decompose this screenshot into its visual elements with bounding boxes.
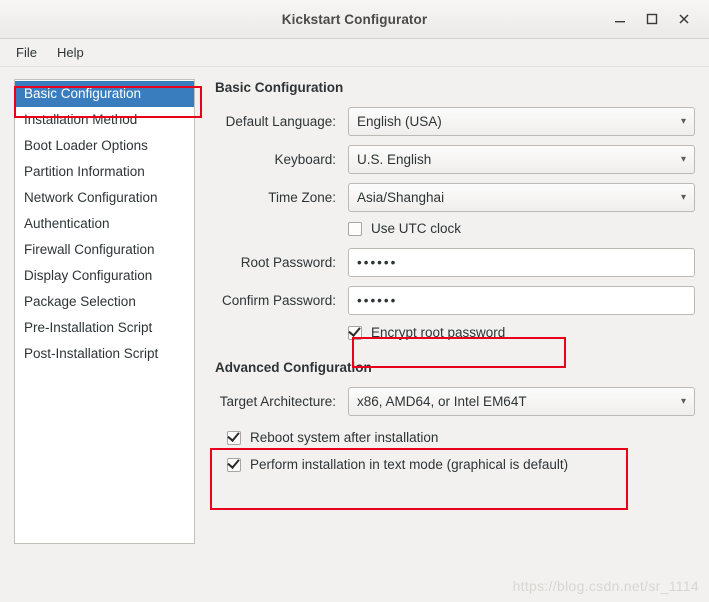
sidebar-item-network-configuration[interactable]: Network Configuration [15, 185, 194, 211]
reboot-after-install-checkbox[interactable] [227, 430, 241, 445]
default-language-value: English (USA) [357, 114, 442, 129]
root-password-input[interactable]: •••••• [348, 248, 695, 277]
sidebar-item-post-installation-script[interactable]: Post-Installation Script [15, 341, 194, 367]
keyboard-value: U.S. English [357, 152, 432, 167]
target-architecture-row: Target Architecture: x86, AMD64, or Inte… [215, 387, 695, 416]
sidebar-item-display-configuration[interactable]: Display Configuration [15, 263, 194, 289]
keyboard-label: Keyboard: [274, 152, 336, 167]
sidebar-item-firewall-configuration[interactable]: Firewall Configuration [15, 237, 194, 263]
confirm-password-label: Confirm Password: [221, 293, 336, 308]
timezone-row: Time Zone: Asia/Shanghai ▾ [215, 183, 695, 212]
timezone-select[interactable]: Asia/Shanghai ▾ [348, 183, 695, 212]
encrypt-root-password-label[interactable]: Encrypt root password [371, 325, 505, 340]
use-utc-clock-label[interactable]: Use UTC clock [371, 221, 461, 236]
maximize-icon[interactable] [643, 10, 661, 28]
sidebar-item-boot-loader-options[interactable]: Boot Loader Options [15, 133, 194, 159]
keyboard-select[interactable]: U.S. English ▾ [348, 145, 695, 174]
basic-configuration-heading: Basic Configuration [215, 80, 344, 95]
chevron-down-icon: ▾ [680, 396, 686, 407]
close-icon[interactable] [675, 10, 693, 28]
confirm-password-input[interactable]: •••••• [348, 286, 695, 315]
default-language-label: Default Language: [225, 114, 336, 129]
reboot-after-install-label[interactable]: Reboot system after installation [250, 430, 438, 445]
encrypt-root-password-checkbox[interactable] [348, 325, 362, 340]
text-mode-install-label[interactable]: Perform installation in text mode (graph… [250, 457, 568, 472]
chevron-down-icon: ▾ [680, 192, 686, 203]
main-content: Basic Configuration Installation Method … [0, 67, 709, 602]
use-utc-clock-checkbox[interactable] [348, 221, 362, 236]
confirm-password-value: •••••• [357, 293, 398, 308]
sidebar-item-installation-method[interactable]: Installation Method [15, 107, 194, 133]
root-password-value: •••••• [357, 255, 398, 270]
target-architecture-select[interactable]: x86, AMD64, or Intel EM64T ▾ [348, 387, 695, 416]
watermark: https://blog.csdn.net/sr_1114 [512, 578, 699, 594]
advanced-configuration-heading: Advanced Configuration [215, 360, 372, 375]
sidebar: Basic Configuration Installation Method … [14, 79, 195, 544]
title-bar: Kickstart Configurator [0, 0, 709, 39]
encrypt-root-password-row: Encrypt root password [215, 325, 695, 340]
target-architecture-value: x86, AMD64, or Intel EM64T [357, 394, 527, 409]
sidebar-item-pre-installation-script[interactable]: Pre-Installation Script [15, 315, 194, 341]
menu-bar: File Help [0, 39, 709, 67]
root-password-row: Root Password: •••••• [215, 248, 695, 277]
target-architecture-label: Target Architecture: [219, 394, 336, 409]
window-title: Kickstart Configurator [281, 11, 428, 27]
sidebar-item-partition-information[interactable]: Partition Information [15, 159, 194, 185]
sidebar-item-authentication[interactable]: Authentication [15, 211, 194, 237]
sidebar-item-basic-configuration[interactable]: Basic Configuration [15, 81, 194, 107]
use-utc-clock-row: Use UTC clock [215, 221, 695, 236]
default-language-row: Default Language: English (USA) ▾ [215, 107, 695, 136]
confirm-password-row: Confirm Password: •••••• [215, 286, 695, 315]
timezone-label: Time Zone: [268, 190, 336, 205]
text-mode-install-row: Perform installation in text mode (graph… [227, 457, 695, 472]
chevron-down-icon: ▾ [680, 154, 686, 165]
text-mode-install-checkbox[interactable] [227, 457, 241, 472]
timezone-value: Asia/Shanghai [357, 190, 445, 205]
window-controls [611, 0, 701, 38]
reboot-after-install-row: Reboot system after installation [227, 430, 695, 445]
default-language-select[interactable]: English (USA) ▾ [348, 107, 695, 136]
root-password-label: Root Password: [240, 255, 336, 270]
menu-help[interactable]: Help [47, 42, 94, 63]
sidebar-item-package-selection[interactable]: Package Selection [15, 289, 194, 315]
settings-panel: Basic Configuration Default Language: En… [195, 79, 695, 602]
chevron-down-icon: ▾ [680, 116, 686, 127]
menu-file[interactable]: File [6, 42, 47, 63]
keyboard-row: Keyboard: U.S. English ▾ [215, 145, 695, 174]
minimize-icon[interactable] [611, 10, 629, 28]
